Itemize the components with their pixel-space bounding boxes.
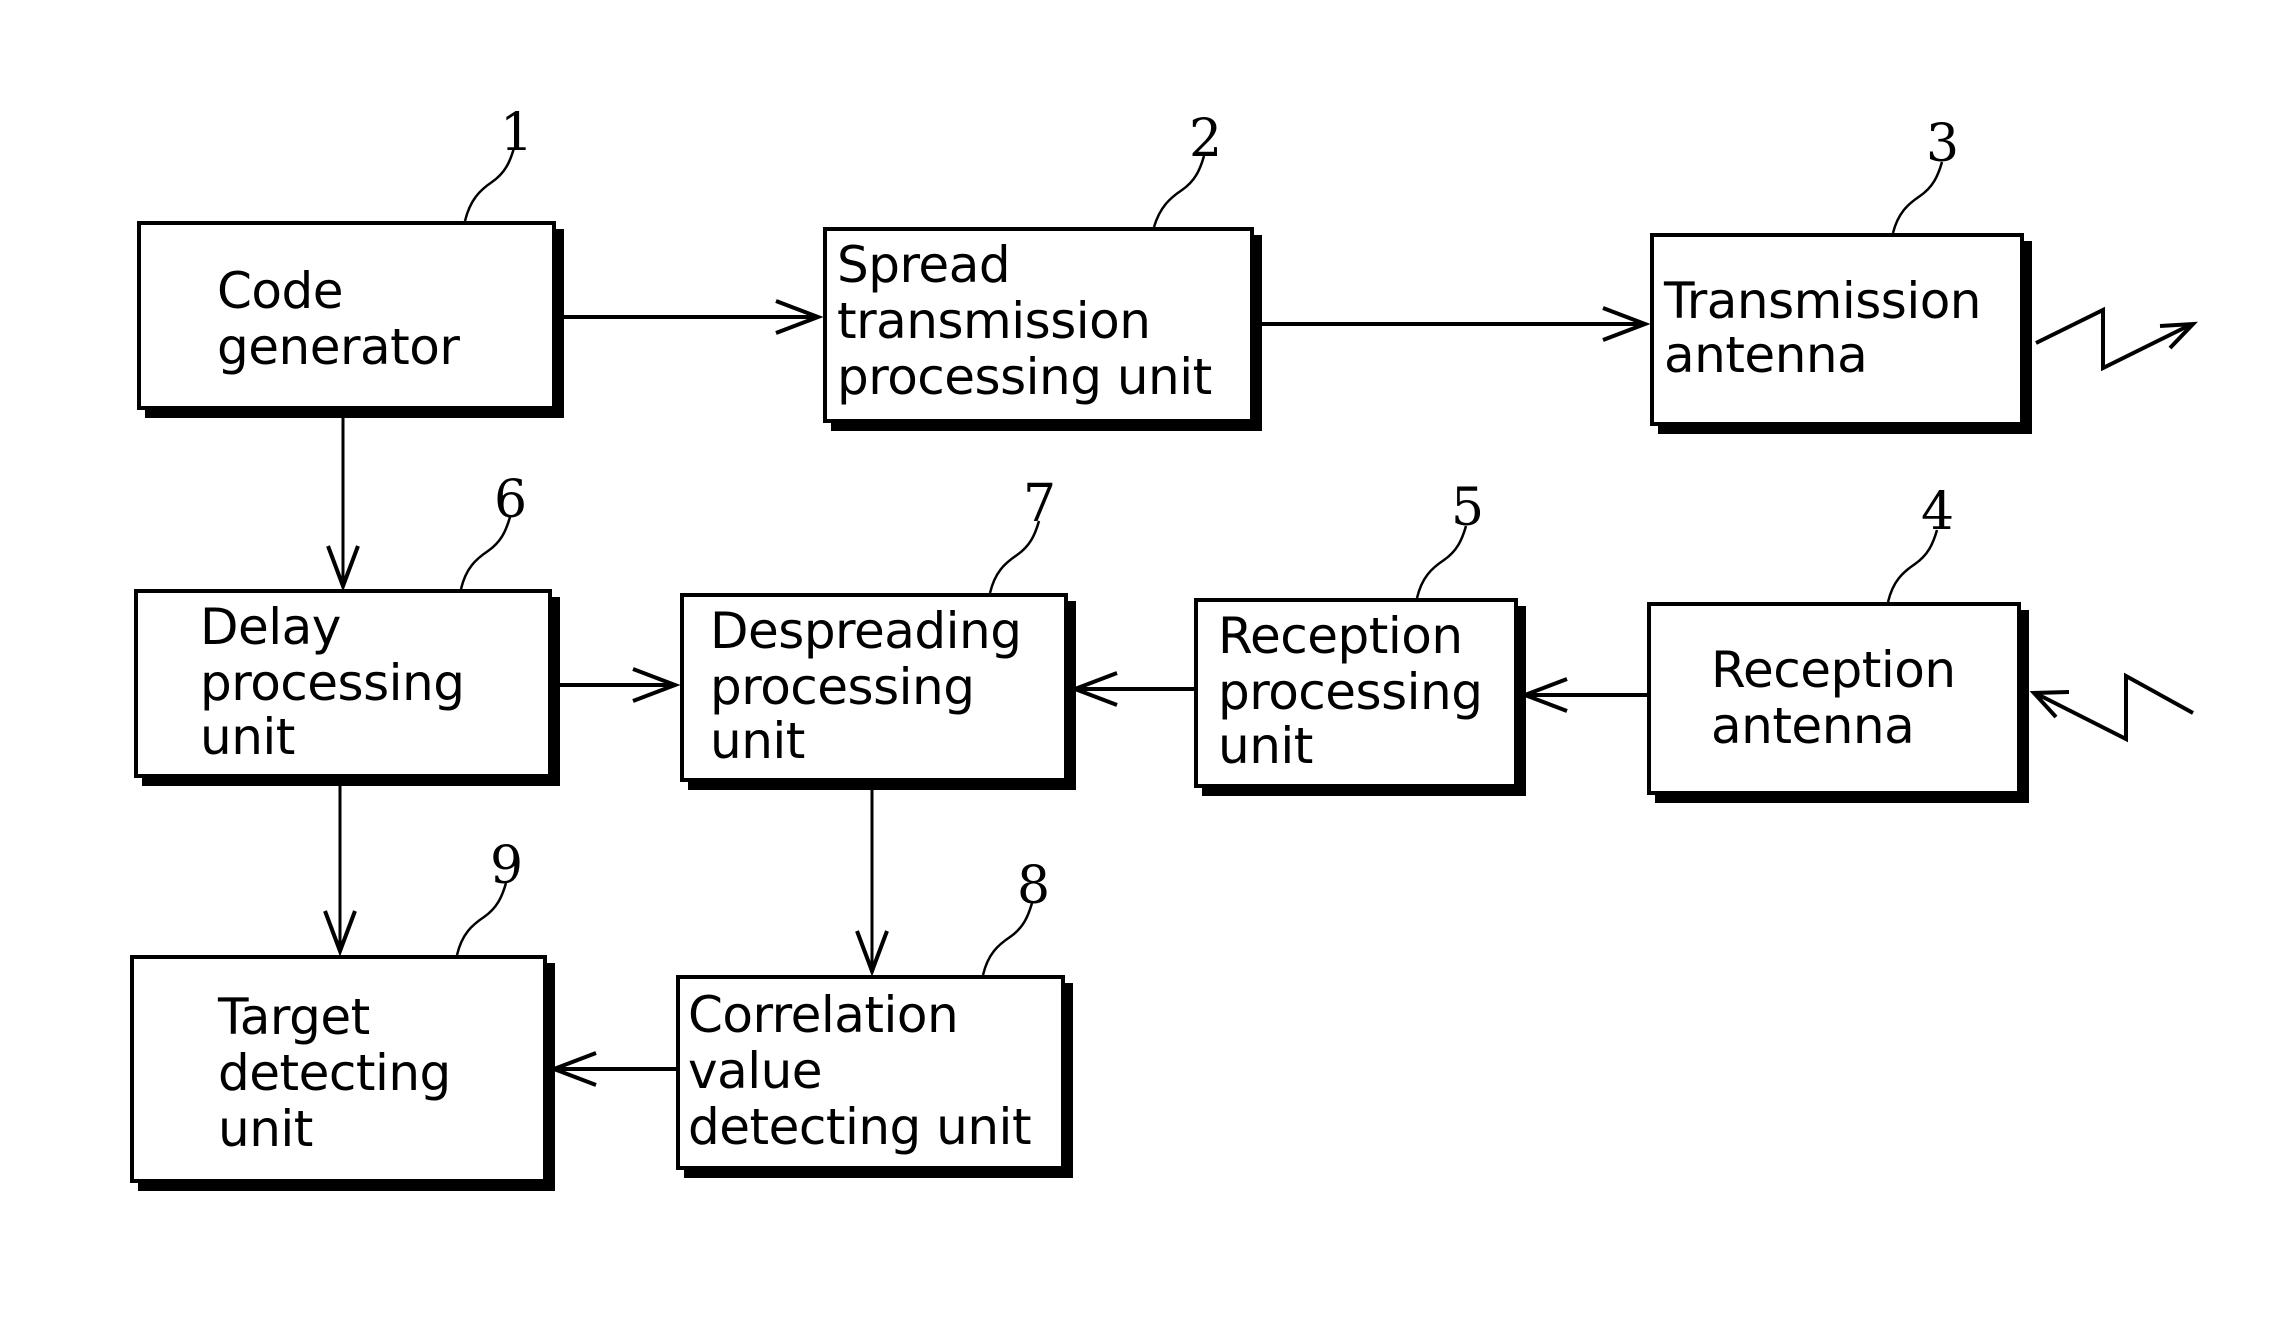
ref-numeral-5: 5 — [1451, 478, 1485, 538]
block-label-line: Reception — [1218, 607, 1463, 665]
block-reception-processing-unit: Reception processing unit — [1194, 598, 1518, 788]
block-label-line: generator — [217, 318, 460, 376]
ref-numeral-6: 6 — [494, 470, 528, 530]
block-label-line: detecting — [218, 1044, 451, 1102]
block-label-line: processing — [1218, 663, 1483, 721]
block-transmission-antenna: Transmission antenna — [1650, 233, 2024, 426]
block-target-detecting-unit: Target detecting unit — [130, 955, 547, 1183]
block-label-line: Despreading — [710, 602, 1022, 660]
block-label-line: Target — [218, 988, 370, 1046]
block-label-line: Correlation — [688, 986, 959, 1044]
block-label-line: antenna — [1664, 326, 1868, 384]
block-label-line: Reception — [1711, 641, 1956, 699]
block-label-line: processing — [710, 658, 975, 716]
block-label-line: detecting unit — [688, 1098, 1032, 1156]
block-code-generator: Code generator — [137, 221, 556, 410]
block-reception-antenna: Reception antenna — [1647, 602, 2021, 795]
ref-numeral-3: 3 — [1926, 114, 1960, 174]
block-label-line: Spread — [837, 236, 1011, 294]
edge-1-to-2 — [564, 299, 824, 335]
block-label-line: Code — [217, 262, 344, 320]
block-label-line: transmission — [837, 292, 1151, 350]
block-label-line: unit — [200, 708, 295, 766]
ref-numeral-2: 2 — [1189, 109, 1223, 169]
ref-numeral-8: 8 — [1017, 856, 1051, 916]
block-label-line: antenna — [1711, 697, 1915, 755]
received-wave-icon — [2029, 672, 2194, 743]
edge-8-to-9 — [548, 1051, 676, 1087]
ref-numeral-9: 9 — [490, 836, 524, 896]
edge-6-to-9 — [323, 786, 357, 957]
block-label-line: value — [688, 1042, 823, 1100]
block-label-line: Transmission — [1664, 272, 1982, 330]
block-label-line: processing — [200, 654, 465, 712]
ref-numeral-7: 7 — [1023, 474, 1057, 534]
block-label-line: unit — [710, 712, 805, 770]
edge-1-to-6 — [326, 418, 360, 592]
block-delay-processing-unit: Delay processing unit — [134, 589, 552, 778]
edge-5-to-7 — [1069, 671, 1194, 707]
block-spread-transmission-processing-unit: Spread transmission processing unit — [823, 227, 1254, 423]
ref-numeral-1: 1 — [500, 103, 534, 163]
block-despreading-processing-unit: Despreading processing unit — [680, 593, 1068, 782]
edge-4-to-5 — [1519, 677, 1647, 713]
block-label-line: processing unit — [837, 348, 1212, 406]
block-correlation-value-detecting-unit: Correlation value detecting unit — [676, 975, 1065, 1170]
edge-6-to-7 — [560, 667, 681, 703]
ref-numeral-4: 4 — [1921, 482, 1955, 542]
edge-7-to-8 — [855, 790, 889, 977]
edge-2-to-3 — [1262, 306, 1651, 342]
block-label-line: unit — [218, 1100, 313, 1158]
block-label-line: Delay — [200, 598, 341, 656]
block-label-line: unit — [1218, 717, 1313, 775]
transmitted-wave-icon — [2035, 306, 2198, 372]
